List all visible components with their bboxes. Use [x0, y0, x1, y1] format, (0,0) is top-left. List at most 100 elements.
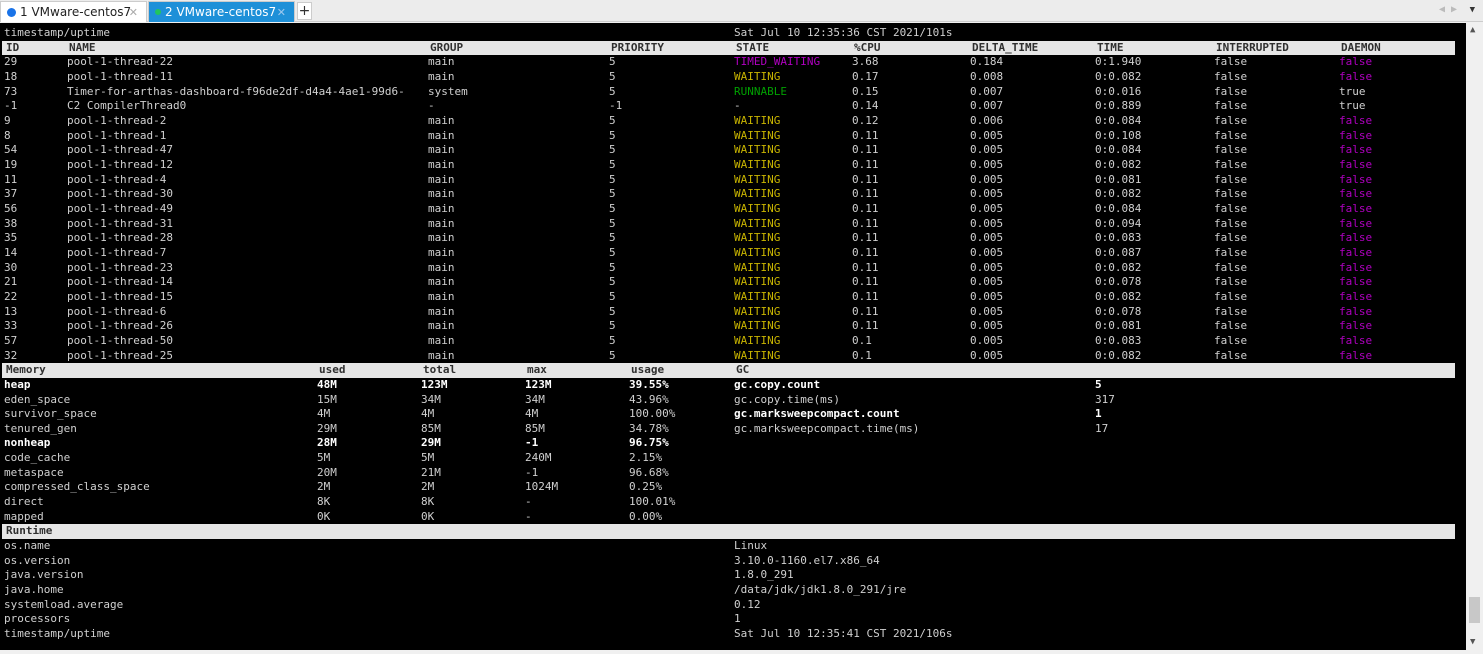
cell: -: [734, 99, 741, 113]
cell: pool-1-thread-28: [67, 231, 173, 245]
cell: 48M: [317, 377, 337, 391]
cell: 19: [4, 157, 18, 171]
cell: pool-1-thread-2: [67, 113, 167, 127]
cell: -1: [525, 465, 539, 479]
cell: 11: [4, 172, 18, 186]
cell: false: [1339, 172, 1373, 186]
cell: main: [428, 348, 455, 362]
close-tab-icon[interactable]: ✕: [277, 6, 286, 19]
cell: 0.12: [852, 113, 879, 127]
cell: WAITING: [734, 275, 781, 289]
cell: -1: [609, 99, 623, 113]
cell: 5: [609, 333, 616, 347]
cell: false: [1214, 319, 1248, 333]
thread-row: 35 pool-1-thread-28 main 5 WAITING 0.11 0.005 0…: [0, 231, 1456, 246]
runtime-row: os.version 3.10.0-1160.el7.x86_64: [0, 554, 1456, 569]
cell: 2M: [421, 480, 435, 494]
cell: 1.8.0_291: [734, 568, 794, 582]
cell: 5M: [317, 451, 331, 465]
thread-row: 11 pool-1-thread-4 main 5 WAITING 0.11 0.005 0:…: [0, 173, 1456, 188]
cell: gc.copy.time(ms): [734, 392, 840, 406]
runtime-row: processors 1: [0, 612, 1456, 627]
cell: Runtime: [6, 524, 53, 538]
cell: pool-1-thread-11: [67, 69, 173, 83]
cell: 0.11: [852, 216, 879, 230]
tab-label: 1 VMware-centos7: [20, 5, 132, 19]
cell: 4M: [421, 407, 435, 421]
cell: false: [1214, 113, 1248, 127]
cell: false: [1214, 55, 1248, 69]
cell: -: [428, 99, 435, 113]
cell: false: [1214, 69, 1248, 83]
cell: false: [1214, 348, 1248, 362]
cell: 0:0.083: [1095, 333, 1142, 347]
thread-row: 37 pool-1-thread-30 main 5 WAITING 0.11 0.005 0…: [0, 187, 1456, 202]
cell: -: [525, 495, 532, 509]
cell: 0.005: [970, 231, 1004, 245]
cell: os.name: [4, 539, 51, 553]
tab-session-2[interactable]: 2 VMware-centos7 ✕: [148, 1, 295, 22]
cell: Memory: [6, 363, 46, 377]
cell: false: [1214, 84, 1248, 98]
cell: 0.11: [852, 128, 879, 142]
cell: compressed_class_space: [4, 480, 150, 494]
cell: 57: [4, 333, 18, 347]
cell: heap: [4, 377, 31, 391]
close-tab-icon[interactable]: ✕: [129, 6, 138, 19]
cell: false: [1339, 333, 1373, 347]
cell: -1: [4, 99, 18, 113]
cell: main: [428, 319, 455, 333]
cell: 0.11: [852, 143, 879, 157]
scroll-up-icon[interactable]: ▲: [1470, 25, 1475, 35]
cell: 1024M: [525, 480, 559, 494]
cell: main: [428, 187, 455, 201]
cell: 3.68: [852, 55, 879, 69]
cell: 5: [609, 201, 616, 215]
cell: 0.11: [852, 319, 879, 333]
cell: WAITING: [734, 304, 781, 318]
cell: true: [1339, 84, 1366, 98]
cell: 5: [609, 260, 616, 274]
cell: pool-1-thread-30: [67, 187, 173, 201]
cell: main: [428, 157, 455, 171]
cell: 0.005: [970, 172, 1004, 186]
cell: false: [1339, 157, 1373, 171]
cell: 123M: [525, 377, 552, 391]
cell: false: [1214, 333, 1248, 347]
cell: 0:0.889: [1095, 99, 1142, 113]
cell: 0:0.084: [1095, 113, 1142, 127]
cell: 34M: [421, 392, 441, 406]
thread-row: 8 pool-1-thread-1 main 5 WAITING 0.11 0.005 0:0…: [0, 129, 1456, 144]
cell: 21: [4, 275, 18, 289]
cell: Sat Jul 10 12:35:41 CST 2021/106s: [734, 627, 953, 641]
scroll-down-icon[interactable]: ▼: [1470, 637, 1475, 647]
cell: 29M: [421, 436, 441, 450]
cell: false: [1339, 348, 1373, 362]
new-tab-button[interactable]: +: [297, 2, 312, 20]
cell: 0:0.094: [1095, 216, 1142, 230]
tab-menu-dropdown-icon[interactable]: ▼: [1470, 5, 1475, 15]
cell: 0K: [317, 509, 331, 523]
cell: 17: [1095, 421, 1109, 435]
terminal-output[interactable]: timestamp/uptime Sat Jul 10 12:35:36 CST …: [0, 23, 1466, 650]
memory-row: nonheap 28M 29M -1 96.75%: [0, 436, 1456, 451]
cell: false: [1214, 201, 1248, 215]
cell: 3.10.0-1160.el7.x86_64: [734, 553, 880, 567]
cell: survivor_space: [4, 407, 97, 421]
cell: 1: [1095, 407, 1102, 421]
cell: STATE: [736, 40, 770, 54]
cell: 5: [609, 128, 616, 142]
tab-scroll-arrows[interactable]: ◀ ▶: [1439, 4, 1457, 15]
cell: 0:0.081: [1095, 172, 1142, 186]
tab-session-1[interactable]: 1 VMware-centos7 ✕: [0, 1, 147, 22]
scrollbar-thumb[interactable]: [1469, 597, 1480, 623]
cell: pool-1-thread-4: [67, 172, 167, 186]
cell: 8K: [421, 495, 435, 509]
cell: pool-1-thread-23: [67, 260, 173, 274]
cell: 5: [609, 55, 616, 69]
thread-row: 56 pool-1-thread-49 main 5 WAITING 0.11 0.005 0…: [0, 202, 1456, 217]
cell: os.version: [4, 553, 71, 567]
cell: 0.008: [970, 69, 1004, 83]
cell: 0K: [421, 509, 435, 523]
terminal-scrollbar[interactable]: ▲ ▼: [1466, 23, 1483, 650]
